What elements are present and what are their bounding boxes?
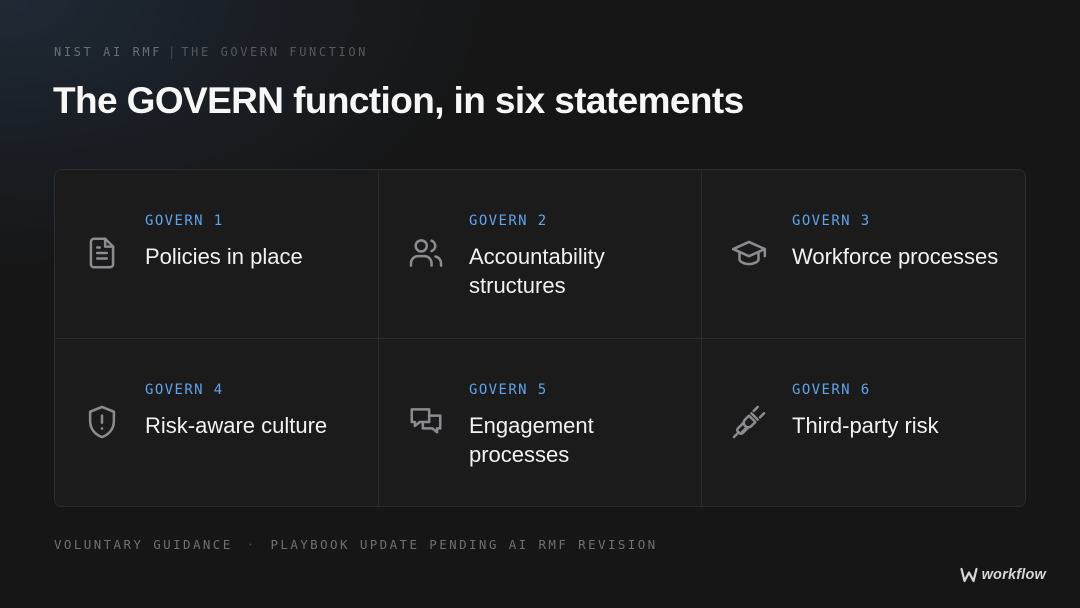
brand-name: workflow bbox=[981, 567, 1046, 583]
statement-card-govern-2: GOVERN 2 Accountability structures bbox=[379, 170, 702, 339]
statement-card-govern-6: GOVERN 6 Third-party risk bbox=[702, 339, 1025, 506]
statement-text: Risk-aware culture bbox=[145, 413, 328, 438]
footer-dot: · bbox=[246, 537, 257, 552]
statement-text: Accountability structures bbox=[469, 244, 605, 298]
footer-note: VOLUNTARY GUIDANCE · PLAYBOOK UPDATE PEN… bbox=[54, 537, 658, 552]
statements-grid: GOVERN 1 Policies in place GOVERN 2 Acco… bbox=[54, 169, 1026, 507]
footer-left: VOLUNTARY GUIDANCE bbox=[54, 537, 233, 552]
eyebrow-main: NIST AI RMF bbox=[54, 45, 163, 59]
brand-logo: workflow bbox=[959, 567, 1046, 583]
statement-label: GOVERN 4 bbox=[145, 382, 224, 398]
chat-bubbles-icon bbox=[407, 403, 445, 441]
workflow-logo-icon bbox=[959, 567, 978, 583]
statement-label: GOVERN 5 bbox=[469, 382, 548, 398]
shield-alert-icon bbox=[83, 403, 121, 441]
page-title: The GOVERN function, in six statements bbox=[53, 80, 744, 121]
statement-text: Engagement processes bbox=[469, 413, 594, 467]
statement-text: Policies in place bbox=[145, 244, 303, 269]
people-icon bbox=[407, 234, 445, 272]
statement-card-govern-5: GOVERN 5 Engagement processes bbox=[379, 339, 702, 506]
statement-text: Workforce processes bbox=[792, 244, 999, 269]
statement-text: Third-party risk bbox=[792, 413, 939, 438]
eyebrow-separator: | bbox=[168, 45, 176, 59]
graduation-cap-icon bbox=[730, 234, 768, 272]
statement-card-govern-4: GOVERN 4 Risk-aware culture bbox=[55, 339, 379, 506]
statement-label: GOVERN 3 bbox=[792, 213, 871, 229]
statement-card-govern-3: GOVERN 3 Workforce processes bbox=[702, 170, 1025, 339]
statement-label: GOVERN 1 bbox=[145, 213, 224, 229]
eyebrow: NIST AI RMF | THE GOVERN FUNCTION bbox=[54, 45, 368, 59]
footer-right: PLAYBOOK UPDATE PENDING AI RMF REVISION bbox=[270, 537, 658, 552]
eyebrow-sub: THE GOVERN FUNCTION bbox=[181, 45, 368, 59]
plug-icon bbox=[730, 403, 768, 441]
document-icon bbox=[83, 234, 121, 272]
statement-label: GOVERN 6 bbox=[792, 382, 871, 398]
statement-card-govern-1: GOVERN 1 Policies in place bbox=[55, 170, 379, 339]
statement-label: GOVERN 2 bbox=[469, 213, 548, 229]
